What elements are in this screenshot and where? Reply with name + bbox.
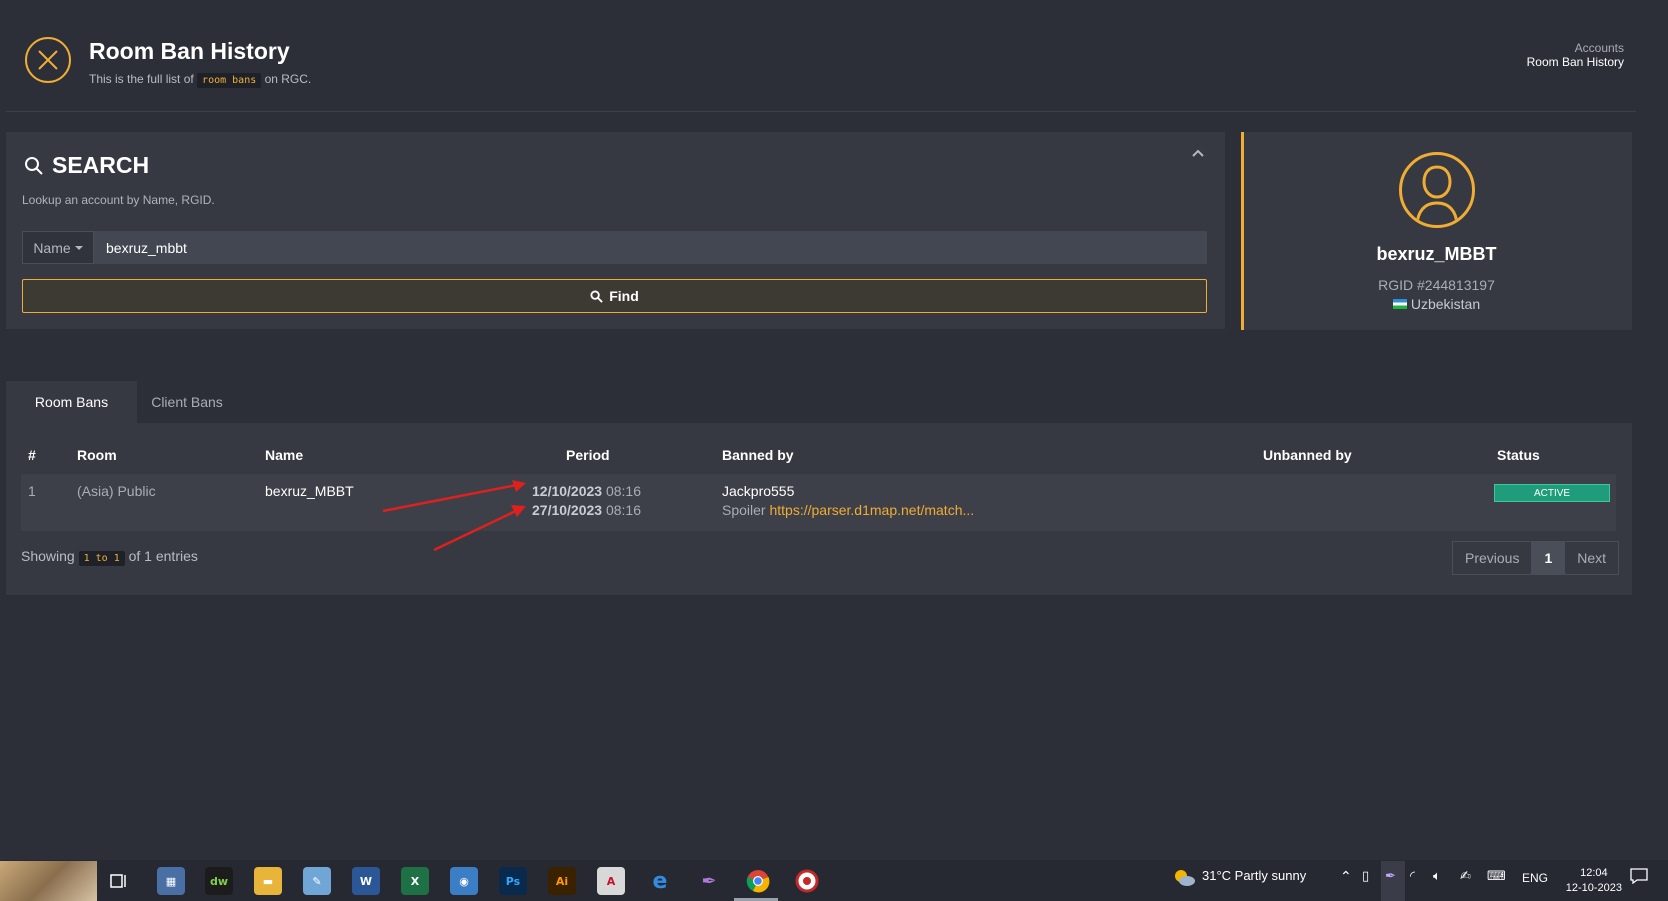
row-period-end: 27/10/2023 08:16 bbox=[532, 502, 642, 518]
tab-room-bans[interactable]: Room Bans bbox=[6, 381, 137, 423]
weather-partly-sunny-icon[interactable] bbox=[1172, 868, 1196, 888]
search-icon bbox=[590, 289, 603, 303]
col-header-status[interactable]: Status bbox=[1497, 447, 1540, 463]
file-explorer-icon[interactable]: ▬ bbox=[254, 867, 282, 895]
search-input-group: Name bbox=[22, 231, 1207, 264]
col-header-num[interactable]: # bbox=[28, 447, 36, 463]
app-icon[interactable] bbox=[793, 867, 821, 895]
taskbar-clock[interactable]: 12:04 12-10-2023 bbox=[1566, 866, 1622, 896]
media-player-icon[interactable]: ◉ bbox=[450, 867, 478, 895]
webcam-icon[interactable]: ▯ bbox=[1362, 868, 1369, 884]
illustrator-icon[interactable]: Ai bbox=[548, 867, 576, 895]
pen-icon[interactable]: ✍︎ bbox=[1460, 868, 1471, 884]
desktop-thumbnail[interactable] bbox=[0, 861, 97, 901]
pagination-page-1[interactable]: 1 bbox=[1531, 542, 1566, 574]
row-num: 1 bbox=[28, 483, 36, 499]
pagination-next-button[interactable]: Next bbox=[1565, 542, 1618, 574]
search-input[interactable] bbox=[94, 231, 1207, 264]
clock-date: 12-10-2023 bbox=[1565, 882, 1622, 894]
volume-icon[interactable]: 🔈︎ bbox=[1433, 868, 1441, 884]
uzbekistan-flag-icon bbox=[1392, 299, 1407, 309]
feather-icon[interactable]: ✒ bbox=[695, 867, 723, 895]
dreamweaver-icon[interactable]: dw bbox=[205, 867, 233, 895]
notifications-icon[interactable] bbox=[1630, 868, 1648, 887]
photoshop-icon[interactable]: Ps bbox=[499, 867, 527, 895]
paint-icon[interactable]: ✎ bbox=[303, 867, 331, 895]
col-header-period[interactable]: Period bbox=[566, 447, 610, 463]
calculator-icon[interactable]: ▦ bbox=[157, 867, 185, 895]
pagination-previous-button[interactable]: Previous bbox=[1453, 542, 1531, 574]
find-button[interactable]: Find bbox=[22, 279, 1207, 313]
col-header-unbanned-by[interactable]: Unbanned by bbox=[1263, 447, 1352, 463]
acrobat-icon[interactable]: A bbox=[597, 867, 625, 895]
profile-country: Uzbekistan bbox=[1241, 296, 1632, 312]
excel-icon[interactable]: X bbox=[401, 867, 429, 895]
reason-link[interactable]: https://parser.d1map.net/match... bbox=[769, 502, 974, 518]
language-indicator[interactable]: ENG bbox=[1522, 871, 1548, 885]
collapse-chevron-up-icon[interactable] bbox=[1190, 146, 1206, 162]
page-title: Room Ban History bbox=[89, 38, 290, 64]
task-view-icon[interactable] bbox=[105, 867, 133, 895]
breadcrumb-accounts[interactable]: Accounts bbox=[1527, 41, 1624, 55]
subtitle-code: room bans bbox=[197, 73, 262, 88]
breadcrumb: Accounts Room Ban History bbox=[1527, 41, 1624, 69]
ban-logo-icon bbox=[25, 37, 71, 83]
edge-icon[interactable]: e bbox=[646, 867, 674, 895]
row-room: (Asia) Public bbox=[77, 483, 156, 499]
weather-text[interactable]: 31°C Partly sunny bbox=[1202, 868, 1306, 883]
col-header-banned-by[interactable]: Banned by bbox=[722, 447, 794, 463]
row-banned-by: Jackpro555 bbox=[722, 483, 795, 499]
breadcrumb-current: Room Ban History bbox=[1526, 55, 1624, 69]
search-heading: SEARCH bbox=[24, 152, 149, 179]
profile-name: bexruz_MBBT bbox=[1376, 244, 1497, 264]
search-icon bbox=[25, 156, 43, 175]
row-name: bexruz_MBBT bbox=[265, 483, 354, 499]
word-icon[interactable]: W bbox=[352, 867, 380, 895]
showing-entries: Showing 1 to 1 of 1 entries bbox=[21, 548, 198, 566]
tray-feather-icon[interactable]: ✒ bbox=[1385, 868, 1396, 884]
tray-chevron-up-icon[interactable]: ⌃ bbox=[1340, 868, 1352, 885]
clock-time: 12:04 bbox=[1580, 867, 1608, 879]
showing-range: 1 to 1 bbox=[78, 551, 125, 566]
status-badge: ACTIVE bbox=[1494, 484, 1610, 502]
caret-down-icon bbox=[74, 245, 83, 250]
keyboard-icon[interactable]: ⌨︎ bbox=[1487, 868, 1506, 884]
pagination: Previous 1 Next bbox=[1452, 541, 1620, 575]
wifi-icon[interactable]: ◜ bbox=[1410, 868, 1415, 884]
search-type-dropdown[interactable]: Name bbox=[22, 231, 94, 264]
search-description: Lookup an account by Name, RGID. bbox=[22, 193, 215, 207]
avatar-user-icon bbox=[1399, 152, 1475, 228]
annotation-arrows bbox=[382, 480, 526, 552]
profile-rgid: RGID #244813197 bbox=[1378, 277, 1495, 293]
row-period-start: 12/10/2023 08:16 bbox=[532, 483, 642, 499]
header-divider bbox=[6, 111, 1636, 112]
chrome-icon[interactable] bbox=[744, 867, 772, 895]
col-header-room[interactable]: Room bbox=[77, 447, 117, 463]
page-subtitle: This is the full list of room bans on RG… bbox=[89, 72, 312, 88]
taskbar bbox=[0, 860, 1668, 901]
col-header-name[interactable]: Name bbox=[265, 447, 303, 463]
tab-client-bans[interactable]: Client Bans bbox=[137, 381, 237, 423]
row-reason: Spoiler https://parser.d1map.net/match..… bbox=[722, 502, 975, 518]
